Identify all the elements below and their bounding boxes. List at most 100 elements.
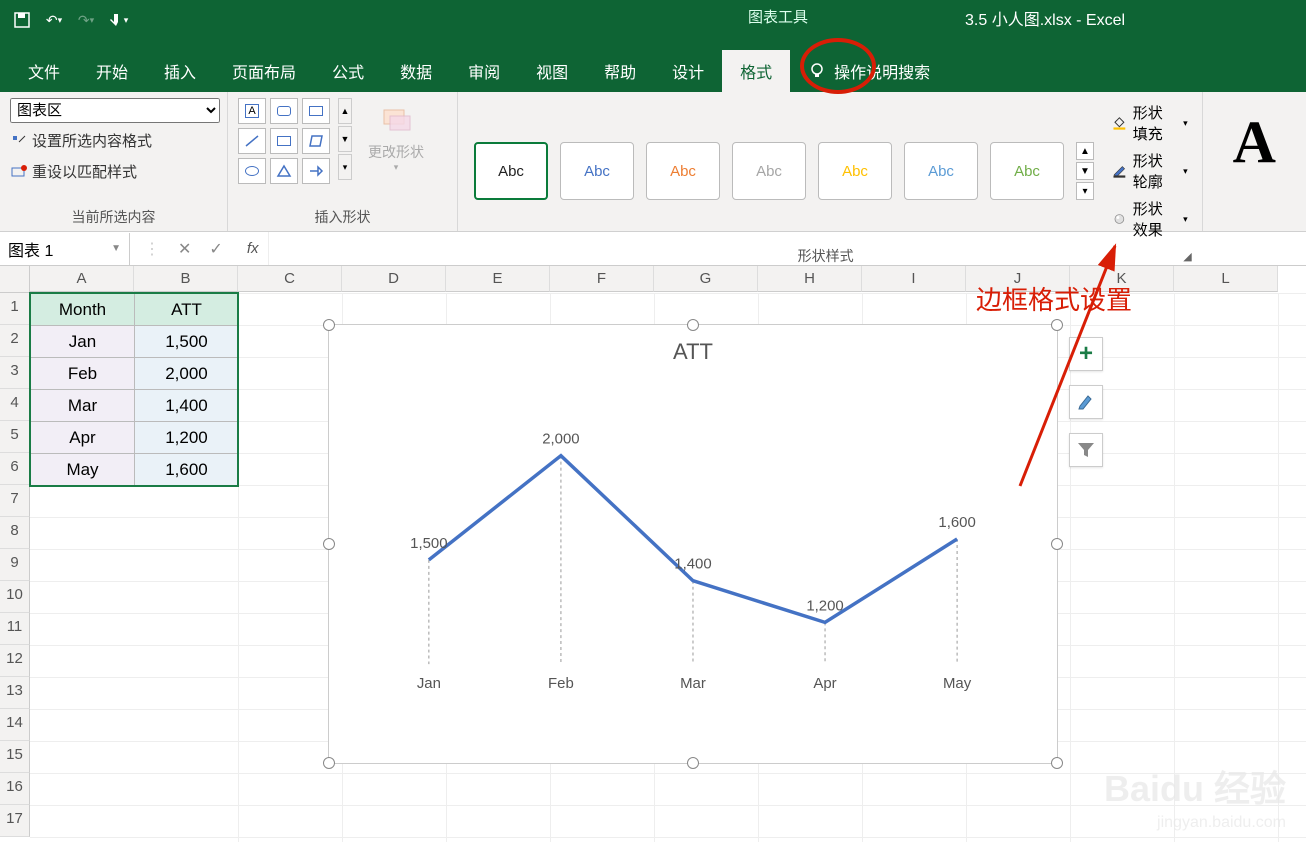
col-header-A[interactable]: A [30,266,134,292]
shape-oval[interactable] [238,158,266,184]
shape-style-1[interactable]: Abc [474,142,548,200]
row-header-4[interactable]: 4 [0,389,30,421]
chart-handle-l[interactable] [323,538,335,550]
row-header-13[interactable]: 13 [0,677,30,709]
col-header-C[interactable]: C [238,266,342,292]
shape-style-2[interactable]: Abc [560,142,634,200]
chart-handle-tl[interactable] [323,319,335,331]
data-cell[interactable]: 1,400 [135,390,239,422]
shape-style-4[interactable]: Abc [732,142,806,200]
tab-file[interactable]: 文件 [10,50,78,92]
chart-handle-t[interactable] [687,319,699,331]
shape-parallelogram[interactable] [302,128,330,154]
row-header-9[interactable]: 9 [0,549,30,581]
tab-view[interactable]: 视图 [518,50,586,92]
data-cell[interactable]: 1,600 [135,454,239,486]
chart-styles-button[interactable] [1069,385,1103,419]
data-cell[interactable]: Feb [31,358,135,390]
formula-input[interactable] [268,232,1306,265]
shapes-scroll-down[interactable]: ▼ [338,126,352,152]
touch-mode-button[interactable]: ▾ [104,6,132,34]
shapes-scroll-up[interactable]: ▲ [338,98,352,124]
chart-handle-r[interactable] [1051,538,1063,550]
col-header-F[interactable]: F [550,266,654,292]
data-cell[interactable]: Apr [31,422,135,454]
shape-style-7[interactable]: Abc [990,142,1064,200]
shape-outline-button[interactable]: 形状轮廓▾ [1112,150,1188,192]
wordart-style-preview[interactable]: A [1213,98,1296,187]
shape-style-6[interactable]: Abc [904,142,978,200]
save-button[interactable] [8,6,36,34]
tab-design[interactable]: 设计 [654,50,722,92]
tab-page-layout[interactable]: 页面布局 [214,50,314,92]
col-header-L[interactable]: L [1174,266,1278,292]
row-header-1[interactable]: 1 [0,293,30,325]
shape-rect[interactable] [270,128,298,154]
reset-to-match-style-button[interactable]: 重设以匹配样式 [10,158,137,185]
data-cell[interactable]: Mar [31,390,135,422]
chart-filters-button[interactable] [1069,433,1103,467]
chart-title[interactable]: ATT [329,325,1057,379]
row-header-14[interactable]: 14 [0,709,30,741]
tell-me-search[interactable]: 操作说明搜索 [790,50,948,92]
shape-triangle[interactable] [270,158,298,184]
redo-button[interactable]: ↷▾ [72,6,100,34]
row-header-17[interactable]: 17 [0,805,30,837]
col-header-H[interactable]: H [758,266,862,292]
data-cell[interactable]: Jan [31,326,135,358]
row-header-16[interactable]: 16 [0,773,30,805]
shape-style-5[interactable]: Abc [818,142,892,200]
select-all-corner[interactable] [0,266,30,293]
format-selection-button[interactable]: 设置所选内容格式 [10,127,152,154]
row-header-15[interactable]: 15 [0,741,30,773]
chart-element-dropdown[interactable]: 图表区 [10,98,220,123]
data-cell[interactable]: 1,200 [135,422,239,454]
row-header-11[interactable]: 11 [0,613,30,645]
tab-format[interactable]: 格式 [722,50,790,92]
chart-handle-bl[interactable] [323,757,335,769]
chart-object[interactable]: ATT 1,5002,0001,4001,2001,600JanFebMarAp… [328,324,1058,764]
formula-cancel[interactable]: ✕ [178,239,191,259]
data-cell[interactable]: 2,000 [135,358,239,390]
shapes-gallery[interactable]: A [238,98,330,184]
chart-elements-button[interactable]: + [1069,337,1103,371]
col-header-B[interactable]: B [134,266,238,292]
chart-plot-area[interactable]: 1,5002,0001,4001,2001,600JanFebMarAprMay [389,385,997,704]
shape-rounded-rect[interactable] [270,98,298,124]
fx-label[interactable]: fx [237,240,269,257]
row-header-7[interactable]: 7 [0,485,30,517]
col-header-E[interactable]: E [446,266,550,292]
row-header-6[interactable]: 6 [0,453,30,485]
tab-home[interactable]: 开始 [78,50,146,92]
row-header-2[interactable]: 2 [0,325,30,357]
shape-textbox[interactable]: A [238,98,266,124]
header-cell[interactable]: Month [31,294,135,326]
undo-button[interactable]: ↶▾ [40,6,68,34]
style-scroll-up[interactable]: ▲ [1076,142,1094,160]
cells-region[interactable]: MonthATTJan1,500Feb2,000Mar1,400Apr1,200… [30,293,239,486]
shape-fill-button[interactable]: 形状填充▾ [1112,102,1188,144]
data-cell[interactable]: May [31,454,135,486]
col-header-I[interactable]: I [862,266,966,292]
tab-data[interactable]: 数据 [382,50,450,92]
formula-confirm[interactable]: ✓ [209,239,222,259]
col-header-G[interactable]: G [654,266,758,292]
chart-handle-b[interactable] [687,757,699,769]
header-cell[interactable]: ATT [135,294,239,326]
data-cell[interactable]: 1,500 [135,326,239,358]
tab-review[interactable]: 审阅 [450,50,518,92]
tab-help[interactable]: 帮助 [586,50,654,92]
shapes-more[interactable]: ▾ [338,154,352,180]
style-more[interactable]: ▾ [1076,182,1094,200]
shape-style-3[interactable]: Abc [646,142,720,200]
row-header-3[interactable]: 3 [0,357,30,389]
row-header-5[interactable]: 5 [0,421,30,453]
row-header-12[interactable]: 12 [0,645,30,677]
col-header-D[interactable]: D [342,266,446,292]
formula-dropdown[interactable]: ⋮ [144,239,160,259]
tab-insert[interactable]: 插入 [146,50,214,92]
name-box[interactable]: 图表 1 ▼ [0,233,130,265]
shape-arrow[interactable] [302,158,330,184]
row-header-10[interactable]: 10 [0,581,30,613]
row-header-8[interactable]: 8 [0,517,30,549]
